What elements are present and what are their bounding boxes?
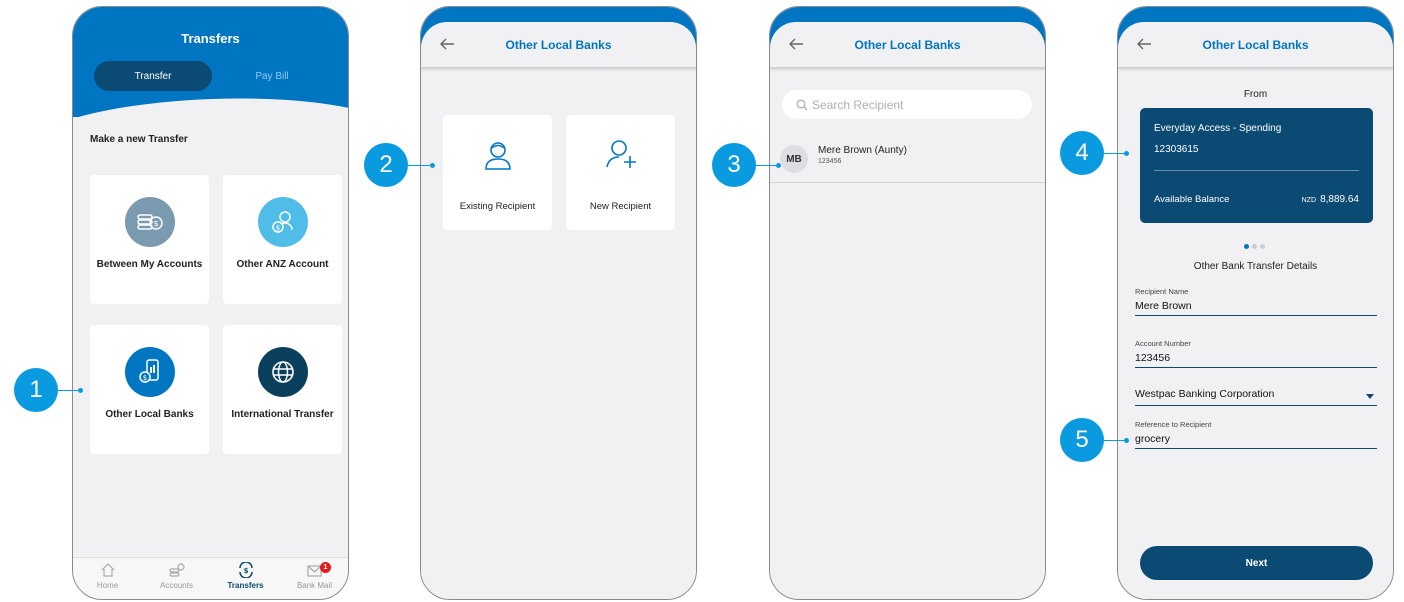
tile-label: Between My Accounts	[96, 259, 203, 270]
field-value: grocery	[1135, 429, 1377, 449]
segment-control: Transfer Pay Bill	[94, 61, 330, 91]
page-title: Other Local Banks	[1202, 38, 1309, 52]
account-number: 12303615	[1154, 144, 1199, 155]
phone-transfer-form-screen: Other Local Banks From Everyday Access -…	[1117, 6, 1394, 600]
callout-4: 4	[1060, 131, 1104, 175]
phone-recipient-list-screen: Other Local Banks Search Recipient MB Me…	[769, 6, 1046, 600]
search-placeholder: Search Recipient	[812, 97, 904, 112]
tab-label: Bank Mail	[296, 581, 333, 590]
page-title: Other Local Banks	[854, 38, 961, 52]
tab-pay-bill[interactable]: Pay Bill	[214, 61, 330, 91]
svg-text:$: $	[142, 374, 146, 382]
next-button[interactable]: Next	[1140, 546, 1373, 580]
add-person-icon	[605, 140, 636, 168]
transfers-icon: $	[238, 562, 253, 578]
tab-label: Accounts	[160, 581, 193, 590]
field-value: 123456	[1135, 348, 1377, 368]
details-title: Other Bank Transfer Details	[1193, 261, 1318, 272]
tab-accounts[interactable]: Accounts	[142, 562, 211, 590]
home-icon	[101, 563, 114, 577]
nav-bar: Other Local Banks	[1118, 22, 1393, 68]
phone-recipient-type-screen: Other Local Banks Existing Recipient New…	[420, 6, 697, 600]
balance: NZD 8,889.64	[1302, 194, 1359, 205]
tab-transfers[interactable]: $ Transfers	[211, 562, 280, 590]
svg-text:$: $	[275, 224, 279, 232]
tab-label: Home	[96, 581, 119, 590]
globe-icon	[257, 347, 308, 397]
section-heading: Make a new Transfer	[90, 134, 188, 145]
tile-label: Other Local Banks	[105, 409, 194, 420]
tile-label: Other ANZ Account	[236, 259, 329, 270]
tile-between-my-accounts[interactable]: $ Between My Accounts	[90, 175, 209, 304]
page-title: Transfers	[181, 31, 240, 46]
account-name: Everyday Access - Spending	[1154, 123, 1282, 134]
callout-5: 5	[1060, 418, 1104, 462]
page-title: Other Local Banks	[505, 38, 612, 52]
divider	[1154, 170, 1359, 171]
search-input[interactable]: Search Recipient	[782, 90, 1032, 119]
account-card[interactable]: Everyday Access - Spending 12303615 Avai…	[1140, 108, 1373, 223]
bank-value: Westpac Banking Corporation	[1135, 388, 1275, 400]
callout-1: 1	[14, 368, 58, 412]
tile-other-local-banks[interactable]: $ Other Local Banks	[90, 325, 209, 454]
person-money-icon: $	[257, 197, 308, 247]
available-balance-label: Available Balance	[1154, 194, 1230, 205]
unread-badge: 1	[320, 562, 331, 573]
account-number-field[interactable]: Account Number 123456	[1135, 339, 1377, 368]
balance-amount: 8,889.64	[1320, 194, 1359, 205]
bottom-tab-bar: Home Accounts $ Transfers 1 Bank Mail	[73, 557, 348, 599]
tab-label: Transfers	[227, 581, 264, 590]
nav-bar: Other Local Banks	[770, 22, 1045, 68]
reference-field[interactable]: Reference to Recipient grocery	[1135, 420, 1377, 449]
phone-transfers-screen: Transfers Transfer Pay Bill Make a new T…	[72, 6, 349, 600]
carousel-dots[interactable]	[1244, 236, 1268, 254]
nav-bar: Other Local Banks	[421, 22, 696, 68]
callout-2: 2	[364, 143, 408, 187]
person-icon	[484, 142, 511, 170]
field-label: Reference to Recipient	[1135, 420, 1212, 429]
option-label: New Recipient	[589, 201, 652, 212]
phone-money-icon: $	[124, 347, 175, 397]
recipient-name: Mere Brown (Aunty)	[818, 145, 907, 156]
tab-bank-mail[interactable]: 1 Bank Mail	[280, 562, 348, 590]
coins-icon: $	[124, 197, 175, 247]
bank-select[interactable]: Westpac Banking Corporation	[1135, 388, 1377, 406]
recipient-name-field[interactable]: Recipient Name Mere Brown	[1135, 287, 1377, 316]
chevron-down-icon	[1366, 394, 1374, 399]
existing-recipient-button[interactable]: Existing Recipient	[443, 115, 552, 230]
field-label: Recipient Name	[1135, 287, 1189, 296]
avatar: MB	[780, 145, 808, 173]
new-recipient-button[interactable]: New Recipient	[566, 115, 675, 230]
currency: NZD	[1301, 197, 1317, 204]
tile-label: International Transfer	[231, 409, 334, 420]
recipient-account: 123456	[818, 158, 842, 165]
from-label: From	[1243, 89, 1268, 100]
tab-home[interactable]: Home	[73, 562, 142, 590]
tab-transfer[interactable]: Transfer	[94, 61, 212, 91]
accounts-icon	[168, 563, 185, 577]
field-value: Mere Brown	[1135, 296, 1377, 316]
search-icon	[796, 99, 808, 110]
field-label: Account Number	[1135, 339, 1191, 348]
tile-international-transfer[interactable]: International Transfer	[223, 325, 342, 454]
option-label: Existing Recipient	[459, 201, 536, 212]
tile-other-anz-account[interactable]: $ Other ANZ Account	[223, 175, 342, 304]
list-item[interactable]: MB Mere Brown (Aunty) 123456	[770, 135, 1045, 183]
svg-text:$: $	[153, 219, 158, 228]
svg-text:$: $	[243, 567, 248, 575]
callout-3: 3	[712, 143, 756, 187]
